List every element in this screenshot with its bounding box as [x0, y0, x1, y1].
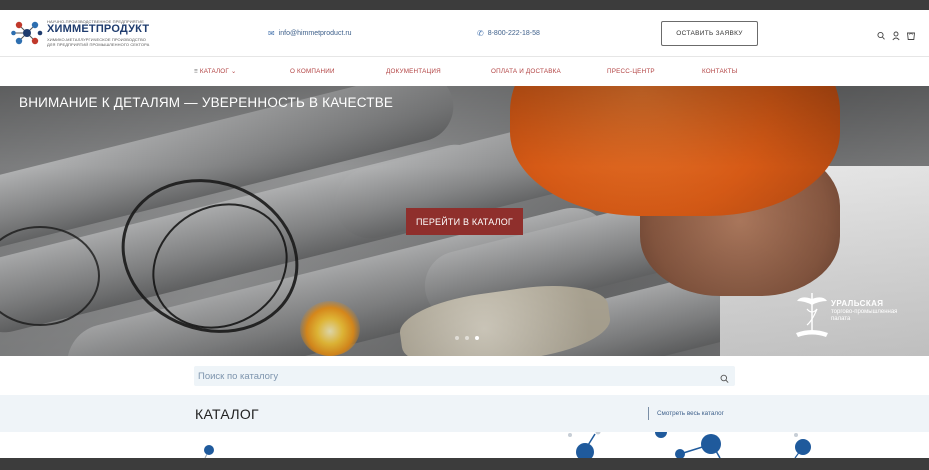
phone-link[interactable]: 8-800-222-18-58: [488, 30, 540, 37]
nav-item-catalog-label: КАТАЛОГ: [199, 68, 230, 75]
nav-item-contacts[interactable]: КОНТАКТЫ: [702, 68, 738, 75]
email-link[interactable]: info@himmetproduct.ru: [279, 30, 352, 37]
catalog-title: КАТАЛОГ: [195, 406, 259, 422]
menu-icon: ≡: [194, 68, 198, 75]
cart-icon[interactable]: [906, 28, 916, 40]
phone-contact[interactable]: ✆ 8-800-222-18-58: [477, 29, 540, 38]
molecule-decoration: [0, 432, 929, 458]
slider-dots: [455, 336, 479, 340]
view-all-catalog-link[interactable]: Смотреть весь каталог: [648, 407, 724, 420]
catalog-search-input[interactable]: [194, 370, 714, 382]
chevron-down-icon: ⌄: [230, 68, 237, 75]
go-to-catalog-button[interactable]: ПЕРЕЙТИ В КАТАЛОГ: [406, 208, 523, 235]
ural-chamber-badge: УРАЛЬСКАЯ торгово-промышленная палата: [793, 291, 923, 351]
email-contact[interactable]: ✉ info@himmetproduct.ru: [268, 29, 352, 38]
search-submit-icon[interactable]: [720, 371, 729, 389]
hero-headline: ВНИМАНИЕ К ДЕТАЛЯМ — УВЕРЕННОСТЬ В КАЧЕС…: [19, 95, 394, 110]
chamber-emblem-icon: [796, 293, 828, 337]
main-navigation: ≡ КАТАЛОГ ⌄ О КОМПАНИИ ДОКУМЕНТАЦИЯ ОПЛА…: [0, 57, 929, 86]
nav-item-press-center[interactable]: ПРЕСС-ЦЕНТР: [607, 68, 655, 75]
slider-dot[interactable]: [465, 336, 469, 340]
header-icons: [877, 28, 916, 41]
badge-title: УРАЛЬСКАЯ: [831, 299, 884, 308]
badge-subtitle-2: палата: [831, 316, 851, 322]
hero-slider: ВНИМАНИЕ К ДЕТАЛЯМ — УВЕРЕННОСТЬ В КАЧЕС…: [0, 86, 929, 356]
nav-item-payment-delivery[interactable]: ОПЛАТА И ДОСТАВКА: [491, 68, 561, 75]
slider-dot-active[interactable]: [475, 336, 479, 340]
logo-brand: ХИММЕТПРОДУКТ: [47, 23, 150, 35]
browser-top-strip: [0, 0, 929, 10]
browser-bottom-strip: [0, 458, 929, 470]
site-header: НАУЧНО-ПРОИЗВОДСТВЕННОЕ ПРЕДПРИЯТИЕ ХИММ…: [0, 10, 929, 57]
nav-item-catalog[interactable]: ≡ КАТАЛОГ ⌄: [194, 68, 236, 75]
badge-subtitle-1: торгово-промышленная: [831, 309, 898, 315]
logo-molecule-icon: [11, 21, 43, 45]
user-icon[interactable]: [892, 28, 900, 41]
catalog-search: [194, 366, 735, 386]
logo-desc-2: ДЛЯ ПРЕДПРИЯТИЙ ПРОМЫШЛЕННОГО СЕКТОРА: [47, 42, 150, 47]
site-logo[interactable]: НАУЧНО-ПРОИЗВОДСТВЕННОЕ ПРЕДПРИЯТИЕ ХИММ…: [11, 16, 151, 50]
slider-dot[interactable]: [455, 336, 459, 340]
nav-item-about[interactable]: О КОМПАНИИ: [290, 68, 335, 75]
phone-icon: ✆: [477, 29, 484, 38]
catalog-header: КАТАЛОГ Смотреть весь каталог: [0, 395, 929, 432]
search-section: [0, 356, 929, 395]
search-icon[interactable]: [877, 28, 885, 40]
nav-item-documentation[interactable]: ДОКУМЕНТАЦИЯ: [386, 68, 441, 75]
mail-icon: ✉: [268, 29, 275, 38]
leave-request-button[interactable]: ОСТАВИТЬ ЗАЯВКУ: [661, 21, 758, 46]
